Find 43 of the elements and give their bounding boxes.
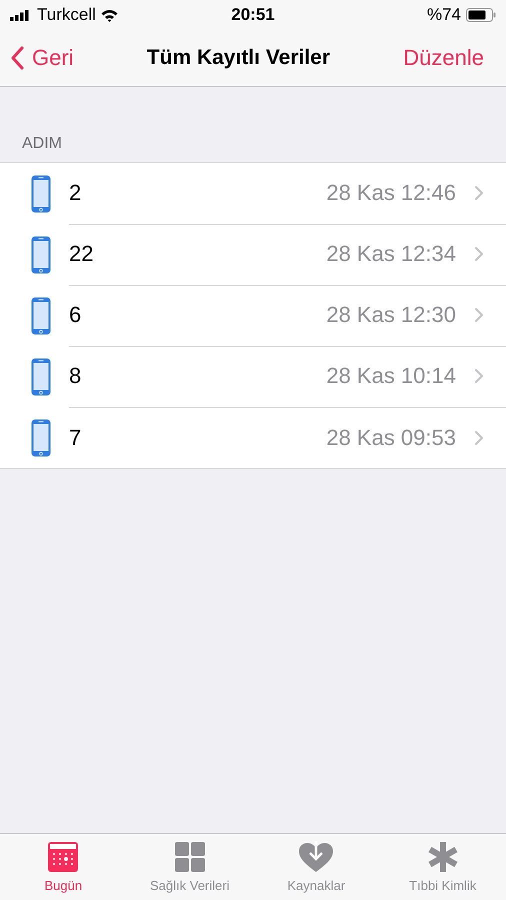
record-date: 28 Kas 09:53	[326, 424, 456, 450]
list-row[interactable]: 7 28 Kas 09:53	[0, 407, 506, 468]
phone-icon	[31, 236, 51, 274]
step-count: 6	[69, 302, 82, 328]
step-count: 7	[69, 424, 82, 450]
record-date: 28 Kas 12:34	[326, 241, 456, 267]
list-row[interactable]: 22 28 Kas 12:34	[0, 224, 506, 285]
chevron-right-icon	[474, 185, 484, 201]
edit-button[interactable]: Düzenle	[403, 45, 484, 71]
chevron-right-icon	[474, 368, 484, 384]
phone-icon	[31, 418, 51, 456]
heart-download-icon	[298, 841, 334, 873]
battery-percent: %74	[426, 5, 461, 25]
record-date: 28 Kas 12:30	[326, 302, 456, 328]
screen-title: Tüm Kayıtlı Veriler	[146, 46, 330, 70]
record-date: 28 Kas 10:14	[326, 363, 456, 389]
chevron-right-icon	[474, 430, 484, 446]
phone-icon	[31, 296, 51, 334]
list-row[interactable]: 6 28 Kas 12:30	[0, 285, 506, 346]
step-count: 2	[69, 180, 82, 206]
asterisk-icon	[426, 841, 459, 873]
section-header: ADIM	[21, 134, 63, 154]
phone-icon	[31, 174, 51, 212]
tab-item[interactable]: Tıbbi Kimlik	[380, 834, 506, 900]
chevron-left-icon	[10, 46, 24, 70]
clock-time: 20:51	[230, 5, 276, 25]
chevron-right-icon	[474, 307, 484, 323]
tab-item[interactable]: Sağlık Verileri	[126, 834, 253, 900]
step-count: 22	[69, 241, 94, 267]
carrier-name: Turkcell	[37, 5, 96, 25]
calendar-icon	[47, 841, 80, 873]
battery-icon	[466, 8, 496, 22]
grid-icon	[174, 841, 206, 873]
wifi-icon	[100, 8, 118, 22]
record-date: 28 Kas 12:46	[326, 180, 456, 206]
back-button[interactable]: Geri	[10, 45, 74, 71]
chevron-right-icon	[474, 246, 484, 262]
phone-icon	[31, 358, 51, 396]
list-row[interactable]: 8 28 Kas 10:14	[0, 346, 506, 407]
list-row[interactable]: 2 28 Kas 12:46	[0, 163, 506, 224]
tab-item[interactable]: Bugün	[0, 834, 126, 900]
tab-item[interactable]: Kaynaklar	[253, 834, 380, 900]
step-count: 8	[69, 363, 82, 389]
